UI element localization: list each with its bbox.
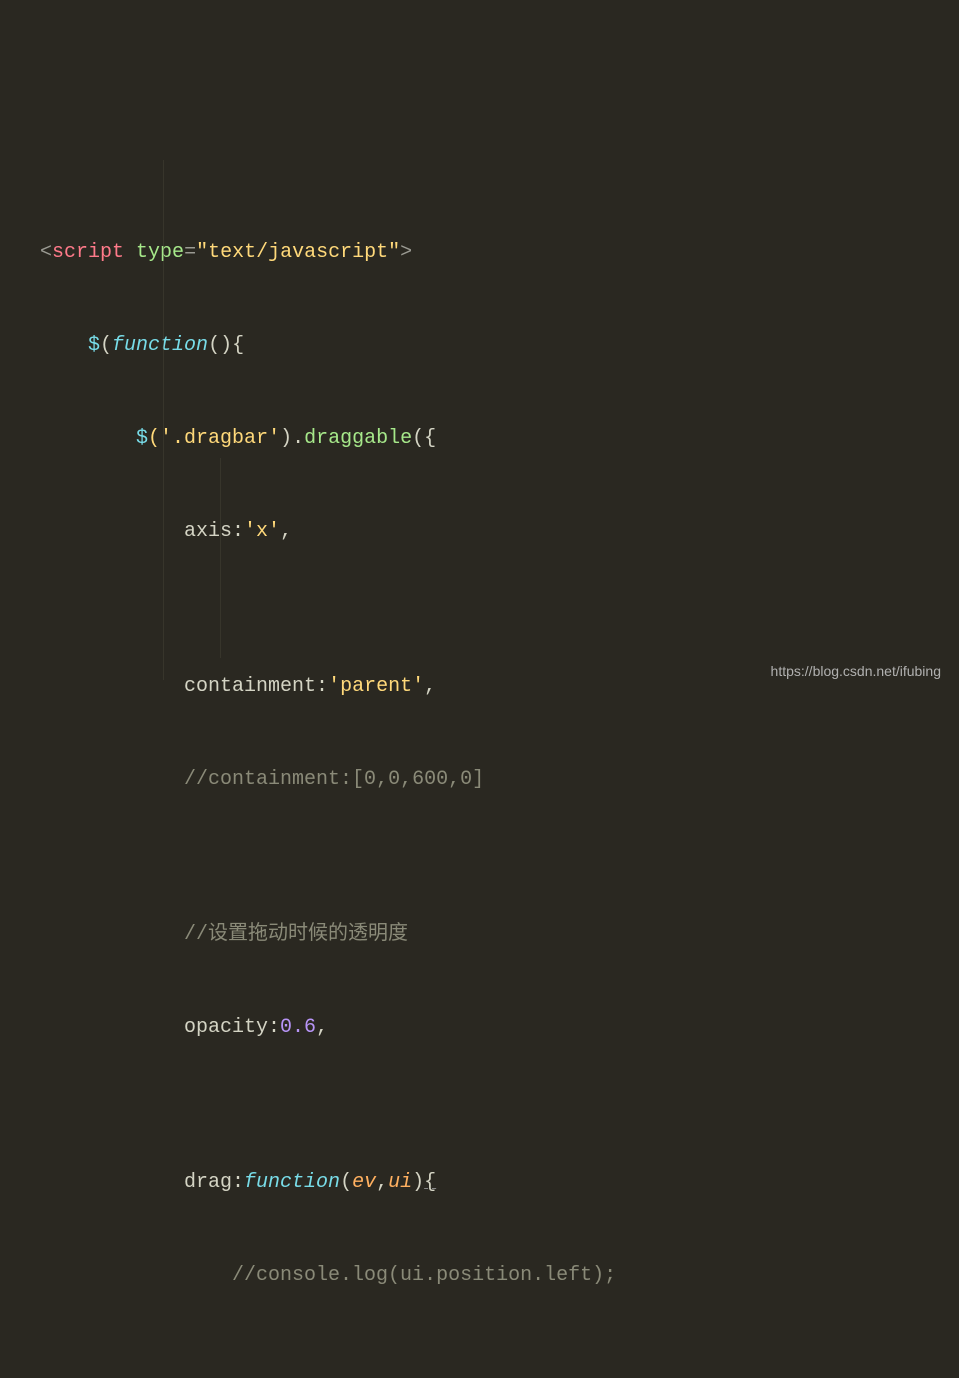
code-line: //设置拖动时候的透明度 [0,919,959,950]
code-line: //console.log(ui.position.left); [0,1260,959,1291]
code-line: axis:'x', [0,516,959,547]
code-line: $(function(){ [0,330,959,361]
indent-guide [220,458,221,658]
code-line: opacity:0.6, [0,1012,959,1043]
watermark-text: https://blog.csdn.net/ifubing [771,663,941,679]
indent-guide [163,160,164,680]
code-editor: <script type="text/javascript"> $(functi… [0,82,959,1378]
code-line: //containment:[0,0,600,0] [0,764,959,795]
code-line: <script type="text/javascript"> [0,237,959,268]
code-line: $('.dragbar').draggable({ [0,423,959,454]
code-line: drag:function(ev,ui){ [0,1167,959,1198]
